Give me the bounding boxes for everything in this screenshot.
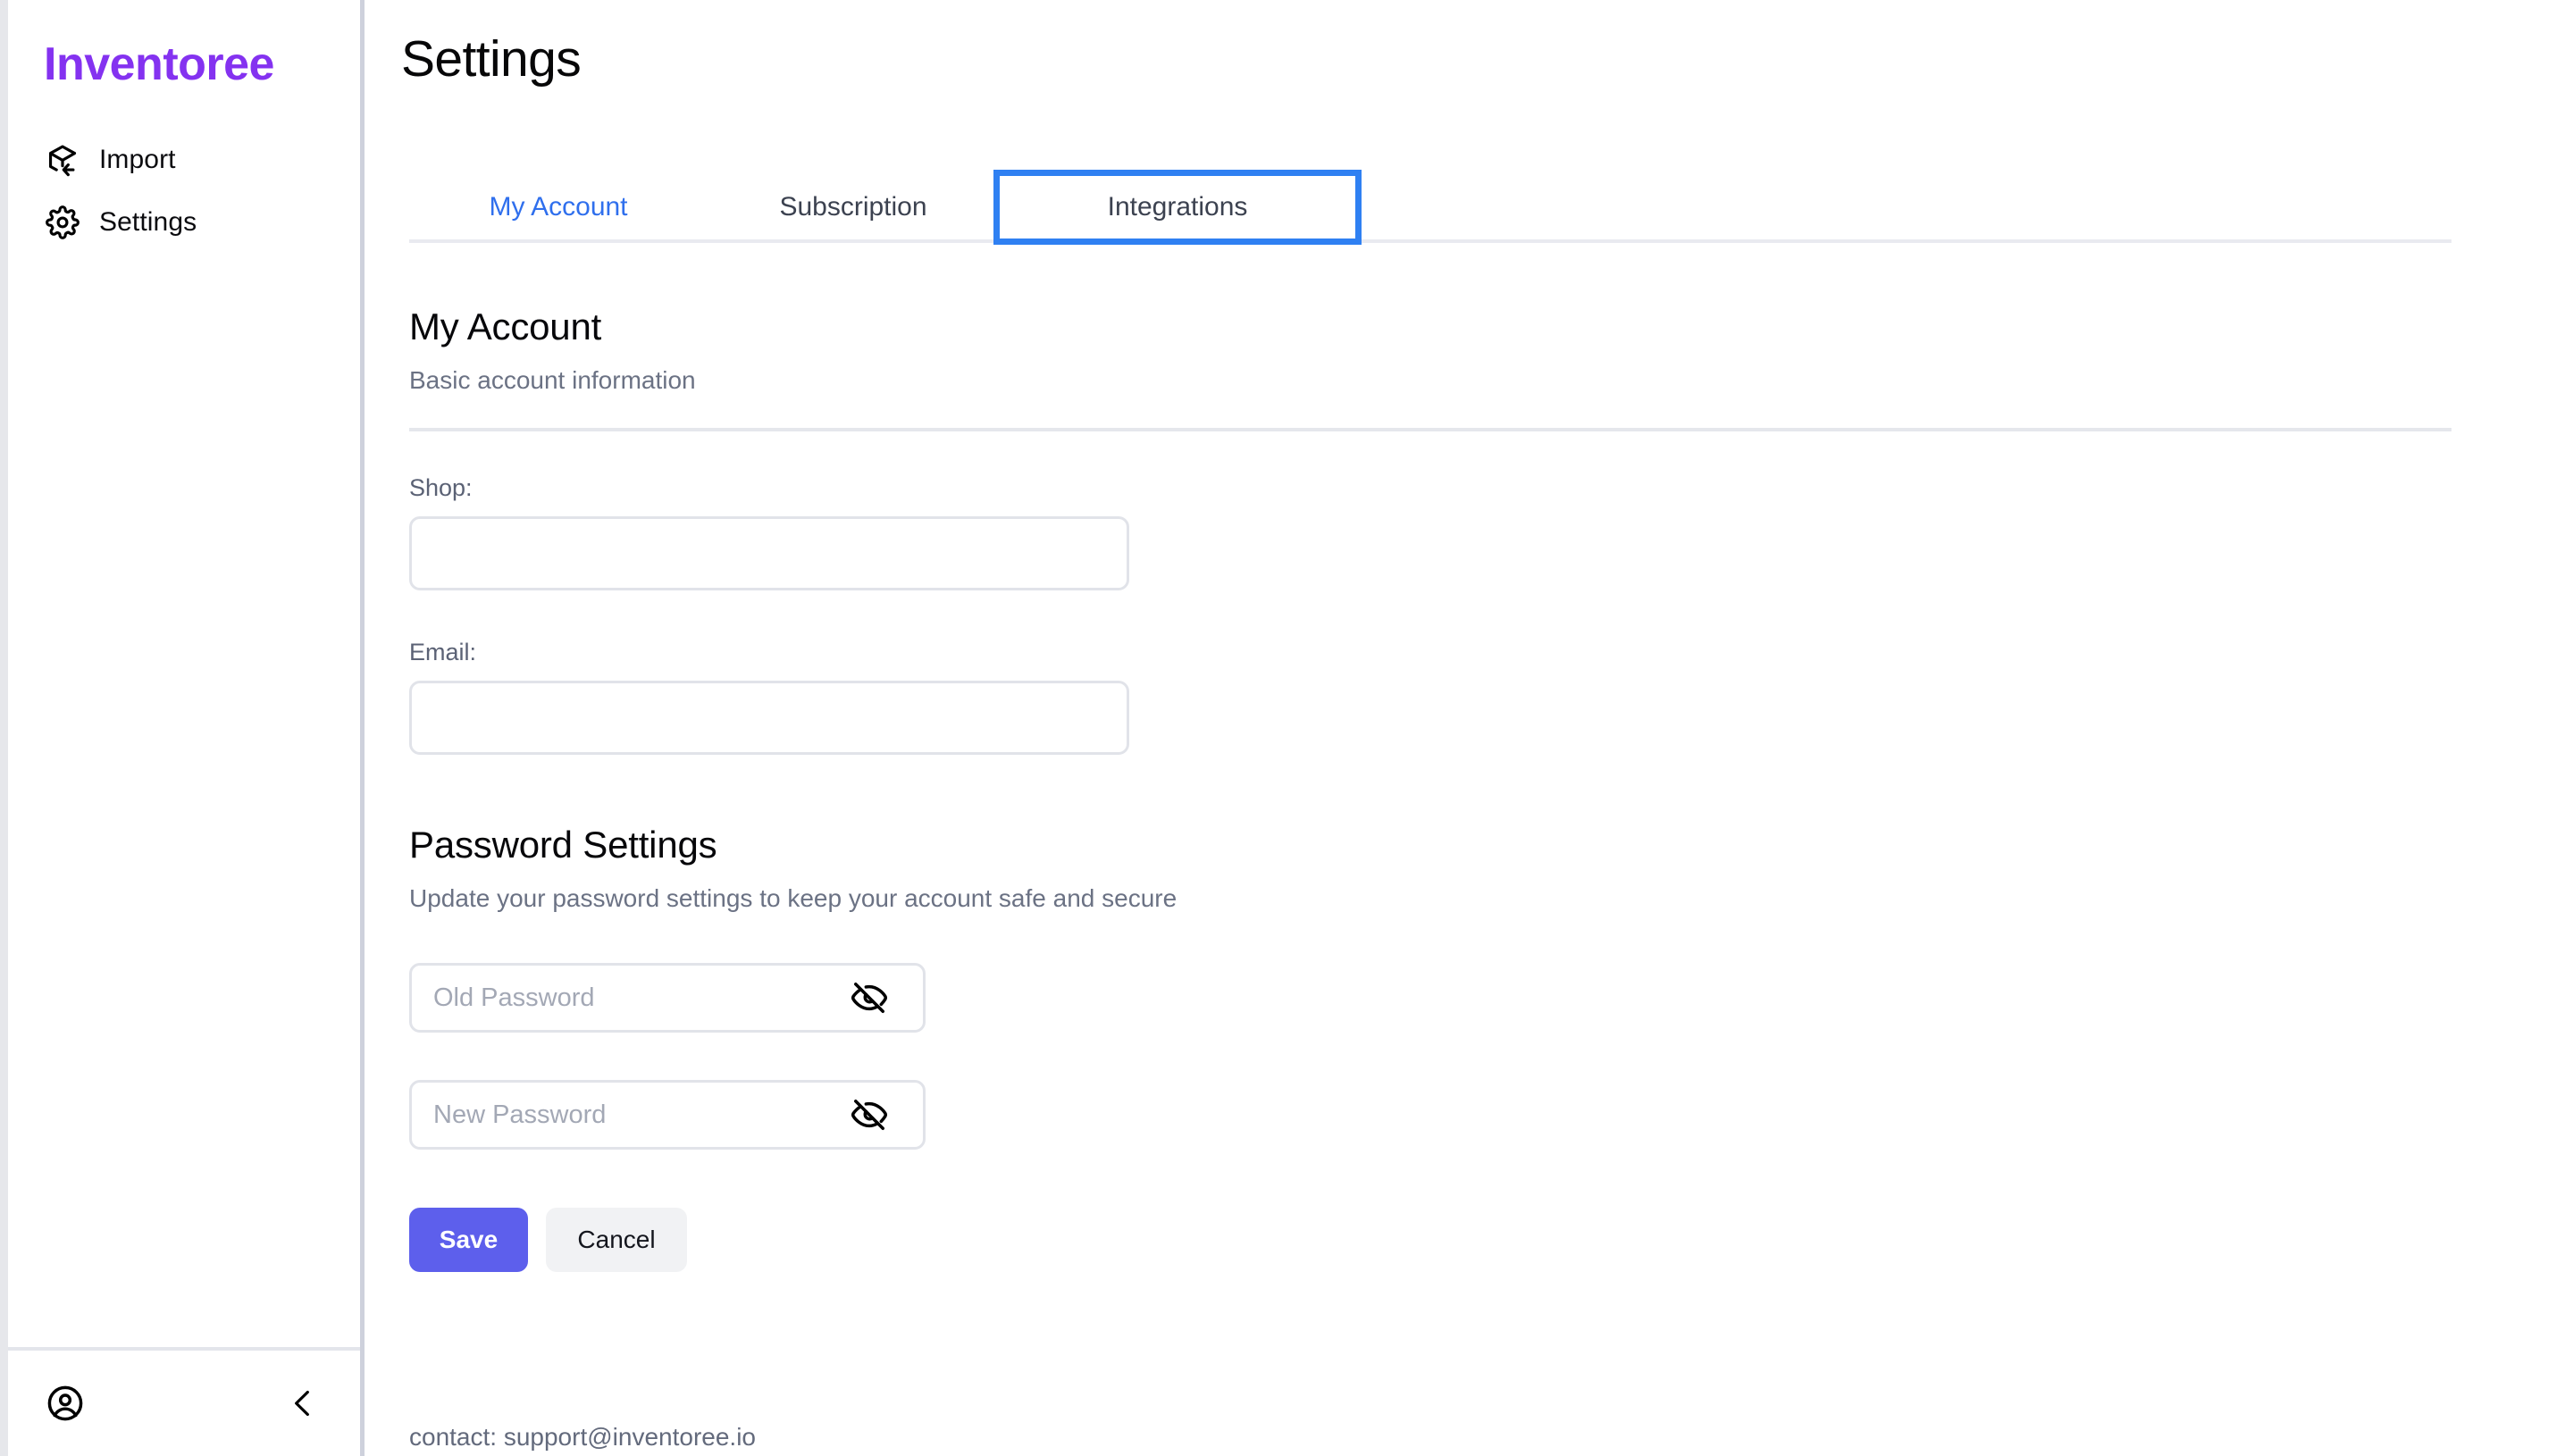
package-import-icon [46,143,80,177]
shop-label: Shop: [409,474,473,501]
account-section-title: My Account [409,305,602,347]
tab-my-account[interactable]: My Account [409,175,708,239]
contact-support-text: contact: support@inventoree.io [409,1423,756,1451]
gear-icon [46,205,80,239]
sidebar-footer [8,1347,360,1456]
old-password-field [409,963,926,1033]
sidebar: Inventoree Import Settings [8,0,365,1456]
eye-off-icon[interactable] [851,979,888,1017]
chevron-left-icon[interactable] [285,1384,321,1423]
sidebar-item-settings[interactable]: Settings [8,191,360,254]
shop-input[interactable] [409,516,1129,590]
password-section-subtitle: Update your password settings to keep yo… [409,884,1178,912]
cancel-button[interactable]: Cancel [546,1208,687,1272]
page-title: Settings [401,30,582,88]
email-label: Email: [409,639,477,665]
section-divider [409,428,2451,431]
user-circle-icon[interactable] [46,1384,85,1423]
settings-tabs: My Account Subscription Integrations [409,170,2451,245]
new-password-input[interactable] [409,1080,926,1150]
brand-logo[interactable]: Inventoree [8,0,360,88]
tab-integrations[interactable]: Integrations [993,170,1362,245]
main-content: Settings My Account Subscription Integra… [365,0,2573,1456]
email-input[interactable] [409,681,1129,755]
old-password-input[interactable] [409,963,926,1033]
new-password-field [409,1080,926,1150]
app-root: Inventoree Import Settings Settings My A… [0,0,2573,1456]
tabs-row: My Account Subscription Integrations [409,170,2451,245]
form-actions: Save Cancel [409,1208,687,1272]
sidebar-item-import[interactable]: Import [8,129,360,191]
eye-off-icon[interactable] [851,1096,888,1134]
account-section-subtitle: Basic account information [409,366,696,394]
save-button[interactable]: Save [409,1208,528,1272]
sidebar-item-label: Import [99,145,176,174]
password-section-title: Password Settings [409,824,717,866]
sidebar-item-label: Settings [99,207,197,237]
tab-subscription[interactable]: Subscription [708,175,999,239]
sidebar-nav: Import Settings [8,129,360,254]
